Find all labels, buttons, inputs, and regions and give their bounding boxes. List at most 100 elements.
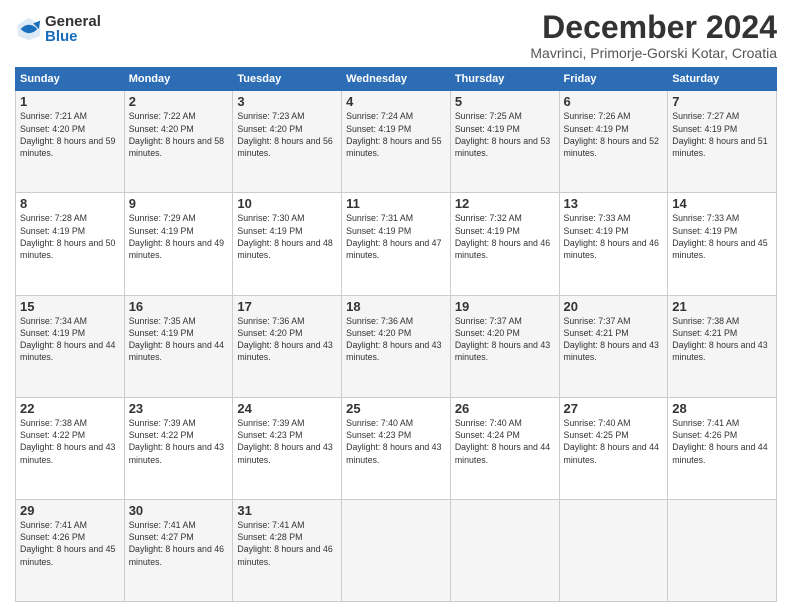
day-number: 13 <box>564 196 664 211</box>
day-info: Sunrise: 7:40 AMSunset: 4:23 PMDaylight:… <box>346 418 441 465</box>
day-cell: 8Sunrise: 7:28 AMSunset: 4:19 PMDaylight… <box>16 193 125 295</box>
header-thursday: Thursday <box>450 68 559 91</box>
day-cell <box>668 499 777 601</box>
week-row-5: 29Sunrise: 7:41 AMSunset: 4:26 PMDayligh… <box>16 499 777 601</box>
day-info: Sunrise: 7:29 AMSunset: 4:19 PMDaylight:… <box>129 213 224 260</box>
day-info: Sunrise: 7:23 AMSunset: 4:20 PMDaylight:… <box>237 111 332 158</box>
day-info: Sunrise: 7:36 AMSunset: 4:20 PMDaylight:… <box>237 316 332 363</box>
day-number: 17 <box>237 299 337 314</box>
day-number: 20 <box>564 299 664 314</box>
day-cell: 26 Sunrise: 7:40 AMSunset: 4:24 PMDayligh… <box>450 397 559 499</box>
day-number: 14 <box>672 196 772 211</box>
day-cell: 14 Sunrise: 7:33 AMSunset: 4:19 PMDayligh… <box>668 193 777 295</box>
day-info: Sunrise: 7:25 AMSunset: 4:19 PMDaylight:… <box>455 111 550 158</box>
day-cell: 19 Sunrise: 7:37 AMSunset: 4:20 PMDayligh… <box>450 295 559 397</box>
week-row-1: 1 Sunrise: 7:21 AMSunset: 4:20 PMDaylight… <box>16 91 777 193</box>
day-cell: 30Sunrise: 7:41 AMSunset: 4:27 PMDayligh… <box>124 499 233 601</box>
day-number: 24 <box>237 401 337 416</box>
day-info: Sunrise: 7:36 AMSunset: 4:20 PMDaylight:… <box>346 316 441 363</box>
header-wednesday: Wednesday <box>342 68 451 91</box>
day-info: Sunrise: 7:40 AMSunset: 4:24 PMDaylight:… <box>455 418 550 465</box>
day-number: 16 <box>129 299 229 314</box>
header-tuesday: Tuesday <box>233 68 342 91</box>
page: General Blue December 2024 Mavrinci, Pri… <box>0 0 792 612</box>
day-number: 22 <box>20 401 120 416</box>
day-info: Sunrise: 7:33 AMSunset: 4:19 PMDaylight:… <box>672 213 767 260</box>
day-info: Sunrise: 7:38 AMSunset: 4:22 PMDaylight:… <box>20 418 115 465</box>
calendar-subtitle: Mavrinci, Primorje-Gorski Kotar, Croatia <box>530 45 777 61</box>
day-cell: 13 Sunrise: 7:33 AMSunset: 4:19 PMDayligh… <box>559 193 668 295</box>
day-info: Sunrise: 7:40 AMSunset: 4:25 PMDaylight:… <box>564 418 659 465</box>
header-sunday: Sunday <box>16 68 125 91</box>
day-number: 5 <box>455 94 555 109</box>
calendar-table: SundayMondayTuesdayWednesdayThursdayFrid… <box>15 67 777 602</box>
day-cell: 31Sunrise: 7:41 AMSunset: 4:28 PMDayligh… <box>233 499 342 601</box>
day-cell: 12Sunrise: 7:32 AMSunset: 4:19 PMDayligh… <box>450 193 559 295</box>
logo-text: General Blue <box>45 14 101 44</box>
day-cell: 28 Sunrise: 7:41 AMSunset: 4:26 PMDayligh… <box>668 397 777 499</box>
day-info: Sunrise: 7:34 AMSunset: 4:19 PMDaylight:… <box>20 316 115 363</box>
logo-general: General <box>45 14 101 29</box>
day-info: Sunrise: 7:37 AMSunset: 4:21 PMDaylight:… <box>564 316 659 363</box>
day-cell: 22 Sunrise: 7:38 AMSunset: 4:22 PMDayligh… <box>16 397 125 499</box>
day-number: 31 <box>237 503 337 518</box>
day-info: Sunrise: 7:38 AMSunset: 4:21 PMDaylight:… <box>672 316 767 363</box>
day-info: Sunrise: 7:35 AMSunset: 4:19 PMDaylight:… <box>129 316 224 363</box>
day-number: 18 <box>346 299 446 314</box>
title-block: December 2024 Mavrinci, Primorje-Gorski … <box>530 10 777 61</box>
day-cell: 21Sunrise: 7:38 AMSunset: 4:21 PMDayligh… <box>668 295 777 397</box>
week-row-3: 15 Sunrise: 7:34 AMSunset: 4:19 PMDayligh… <box>16 295 777 397</box>
day-number: 11 <box>346 196 446 211</box>
day-number: 4 <box>346 94 446 109</box>
week-row-2: 8Sunrise: 7:28 AMSunset: 4:19 PMDaylight… <box>16 193 777 295</box>
header-row: SundayMondayTuesdayWednesdayThursdayFrid… <box>16 68 777 91</box>
day-info: Sunrise: 7:26 AMSunset: 4:19 PMDaylight:… <box>564 111 659 158</box>
header-friday: Friday <box>559 68 668 91</box>
day-number: 2 <box>129 94 229 109</box>
day-info: Sunrise: 7:24 AMSunset: 4:19 PMDaylight:… <box>346 111 441 158</box>
day-number: 1 <box>20 94 120 109</box>
day-cell: 6Sunrise: 7:26 AMSunset: 4:19 PMDaylight… <box>559 91 668 193</box>
day-cell: 4 Sunrise: 7:24 AMSunset: 4:19 PMDaylight… <box>342 91 451 193</box>
day-info: Sunrise: 7:33 AMSunset: 4:19 PMDaylight:… <box>564 213 659 260</box>
day-number: 19 <box>455 299 555 314</box>
day-number: 25 <box>346 401 446 416</box>
calendar-title: December 2024 <box>530 10 777 45</box>
day-number: 28 <box>672 401 772 416</box>
header-saturday: Saturday <box>668 68 777 91</box>
day-info: Sunrise: 7:41 AMSunset: 4:27 PMDaylight:… <box>129 520 224 567</box>
logo-icon <box>15 15 43 43</box>
day-cell: 17 Sunrise: 7:36 AMSunset: 4:20 PMDayligh… <box>233 295 342 397</box>
day-cell: 18 Sunrise: 7:36 AMSunset: 4:20 PMDayligh… <box>342 295 451 397</box>
day-number: 7 <box>672 94 772 109</box>
day-cell <box>450 499 559 601</box>
day-info: Sunrise: 7:41 AMSunset: 4:26 PMDaylight:… <box>672 418 767 465</box>
day-info: Sunrise: 7:22 AMSunset: 4:20 PMDaylight:… <box>129 111 224 158</box>
day-info: Sunrise: 7:37 AMSunset: 4:20 PMDaylight:… <box>455 316 550 363</box>
day-cell: 9 Sunrise: 7:29 AMSunset: 4:19 PMDaylight… <box>124 193 233 295</box>
day-cell: 10Sunrise: 7:30 AMSunset: 4:19 PMDayligh… <box>233 193 342 295</box>
day-info: Sunrise: 7:21 AMSunset: 4:20 PMDaylight:… <box>20 111 115 158</box>
logo-blue: Blue <box>45 29 101 44</box>
day-cell: 23Sunrise: 7:39 AMSunset: 4:22 PMDayligh… <box>124 397 233 499</box>
day-number: 27 <box>564 401 664 416</box>
day-cell: 16 Sunrise: 7:35 AMSunset: 4:19 PMDayligh… <box>124 295 233 397</box>
day-number: 3 <box>237 94 337 109</box>
day-info: Sunrise: 7:39 AMSunset: 4:23 PMDaylight:… <box>237 418 332 465</box>
day-info: Sunrise: 7:39 AMSunset: 4:22 PMDaylight:… <box>129 418 224 465</box>
day-cell: 7Sunrise: 7:27 AMSunset: 4:19 PMDaylight… <box>668 91 777 193</box>
day-cell: 3 Sunrise: 7:23 AMSunset: 4:20 PMDaylight… <box>233 91 342 193</box>
day-cell: 20 Sunrise: 7:37 AMSunset: 4:21 PMDayligh… <box>559 295 668 397</box>
header-monday: Monday <box>124 68 233 91</box>
day-cell: 11 Sunrise: 7:31 AMSunset: 4:19 PMDayligh… <box>342 193 451 295</box>
day-cell: 5 Sunrise: 7:25 AMSunset: 4:19 PMDaylight… <box>450 91 559 193</box>
day-cell <box>342 499 451 601</box>
day-info: Sunrise: 7:31 AMSunset: 4:19 PMDaylight:… <box>346 213 441 260</box>
day-number: 26 <box>455 401 555 416</box>
day-cell: 2 Sunrise: 7:22 AMSunset: 4:20 PMDaylight… <box>124 91 233 193</box>
logo: General Blue <box>15 14 101 44</box>
day-number: 9 <box>129 196 229 211</box>
day-cell: 1 Sunrise: 7:21 AMSunset: 4:20 PMDaylight… <box>16 91 125 193</box>
day-number: 15 <box>20 299 120 314</box>
day-number: 29 <box>20 503 120 518</box>
